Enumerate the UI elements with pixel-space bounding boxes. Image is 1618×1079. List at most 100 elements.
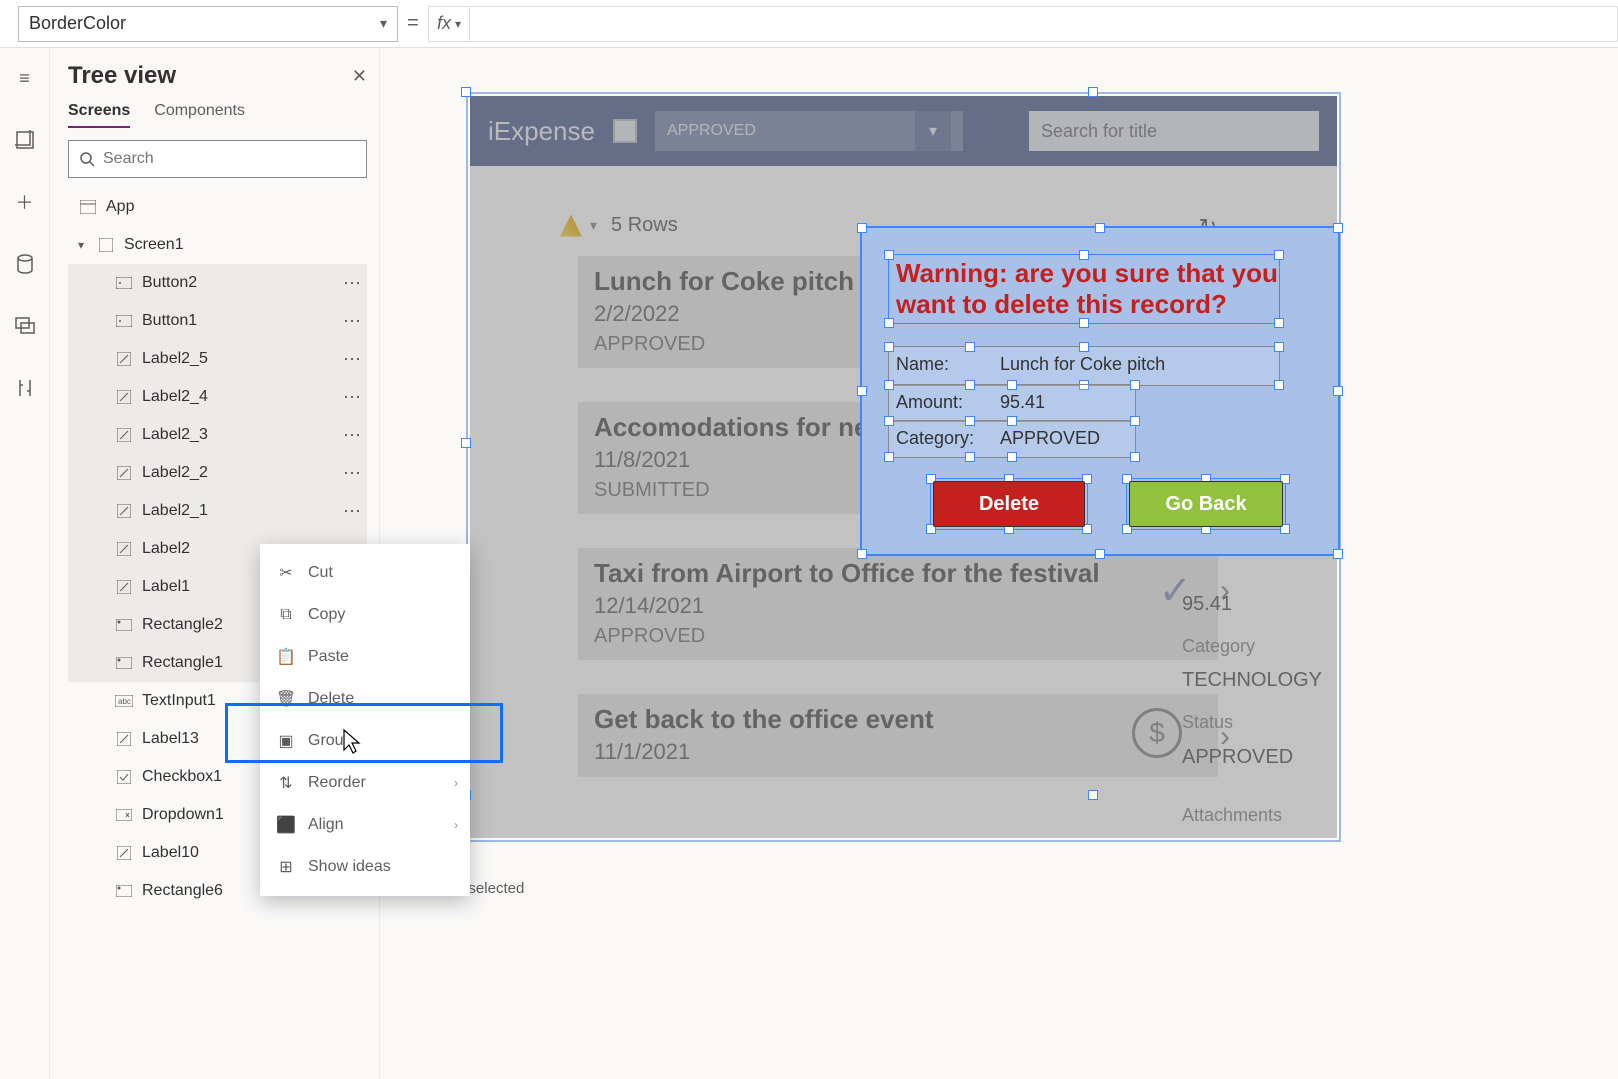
property-selector-value: BorderColor xyxy=(29,13,126,34)
dropdown-icon xyxy=(114,805,134,825)
delete-button[interactable]: Delete xyxy=(933,481,1085,527)
ctx-cut[interactable]: ✂Cut xyxy=(260,552,470,594)
formula-input[interactable] xyxy=(470,6,1618,42)
more-icon[interactable]: ⋯ xyxy=(343,463,363,484)
tree-item-label: Button1 xyxy=(142,312,197,330)
chevron-down-icon: ▾ xyxy=(455,17,461,31)
dialog-amount-label: Amount: xyxy=(896,392,1000,413)
label-icon xyxy=(114,349,134,369)
dialog-row-category: Category: APPROVED xyxy=(896,428,1316,449)
tree-item-label: Rectangle2 xyxy=(142,616,223,634)
ctx-copy[interactable]: ⧉Copy xyxy=(260,594,470,636)
ctx-show-ideas[interactable]: ⊞Show ideas xyxy=(260,846,470,888)
tree-item-label: Label13 xyxy=(142,730,199,748)
ctx-delete[interactable]: 🗑Delete xyxy=(260,678,470,720)
tree-item-app[interactable]: App xyxy=(68,188,367,226)
textinput-icon: abc xyxy=(114,691,134,711)
group-icon: ▣ xyxy=(276,731,296,751)
left-rail: ≡ ＋ xyxy=(0,48,50,1079)
tree-tabs: Screens Components xyxy=(68,102,367,128)
tree-item-label: Label2_5 xyxy=(142,350,208,368)
tree-item[interactable]: Label2_3 ⋯ xyxy=(68,416,367,454)
tree-search-input[interactable] xyxy=(103,150,356,168)
dialog-row-amount: Amount: 95.41 xyxy=(896,392,1316,413)
delete-button-label: Delete xyxy=(979,493,1039,516)
more-icon[interactable]: ⋯ xyxy=(343,425,363,446)
tree-item-label: Rectangle1 xyxy=(142,654,223,672)
close-icon[interactable]: ✕ xyxy=(352,66,367,87)
tree-item[interactable]: Label2_1⋯ xyxy=(68,492,367,530)
svg-text:abc: abc xyxy=(118,697,131,706)
dialog-row-name: Name: Lunch for Coke pitch xyxy=(896,354,1316,375)
label-icon xyxy=(114,539,134,559)
ideas-icon: ⊞ xyxy=(276,857,296,877)
label-icon xyxy=(114,729,134,749)
property-selector[interactable]: BorderColor ▾ xyxy=(18,6,398,42)
data-icon[interactable] xyxy=(7,246,43,282)
label-icon xyxy=(114,425,134,445)
ctx-align[interactable]: ⬛Align› xyxy=(260,804,470,846)
tab-components[interactable]: Components xyxy=(154,102,245,128)
rect-icon xyxy=(114,653,134,673)
media-icon[interactable] xyxy=(7,308,43,344)
tree-item[interactable]: Label2_2⋯ xyxy=(68,454,367,492)
tree-item[interactable]: Button2 ⋯ xyxy=(68,264,367,302)
more-icon[interactable]: ⋯ xyxy=(343,501,363,522)
fx-button[interactable]: fx ▾ xyxy=(428,6,470,42)
dialog-category-value: APPROVED xyxy=(1000,428,1316,449)
canvas: iExpense APPROVED ▾ Search for title ▾ 5… xyxy=(380,48,1618,1079)
more-icon[interactable]: ⋯ xyxy=(343,349,363,370)
insert-icon[interactable]: ＋ xyxy=(7,184,43,220)
tree-view-title: Tree view xyxy=(68,62,176,90)
tree-item-label: Label2 xyxy=(142,540,190,558)
tree-item-label: Screen1 xyxy=(124,236,184,254)
chevron-down-icon[interactable]: ▾ xyxy=(78,238,92,252)
button-icon xyxy=(114,273,134,293)
screen-icon xyxy=(96,235,116,255)
checkbox-icon xyxy=(114,767,134,787)
align-icon: ⬛ xyxy=(276,815,296,835)
tree-item-label: Button2 xyxy=(142,274,197,292)
label-icon xyxy=(114,463,134,483)
context-menu: ✂Cut ⧉Copy 📋Paste 🗑Delete ▣Group ⇅Reorde… xyxy=(260,544,470,896)
label-icon xyxy=(114,577,134,597)
tree-item-screen1[interactable]: ▾ Screen1 xyxy=(68,226,367,264)
label-icon xyxy=(114,501,134,521)
tree-item[interactable]: Label2_4 ⋯ xyxy=(68,378,367,416)
label-icon xyxy=(114,387,134,407)
cut-icon: ✂ xyxy=(276,563,296,583)
tree-item[interactable]: Button1 ⋯ xyxy=(68,302,367,340)
paste-icon: 📋 xyxy=(276,647,296,667)
formula-bar: BorderColor ▾ = fx ▾ xyxy=(0,0,1618,48)
app-icon xyxy=(78,197,98,217)
warning-label: Warning: are you sure that you want to d… xyxy=(896,258,1316,320)
chevron-right-icon: › xyxy=(454,776,458,790)
tree-view-icon[interactable] xyxy=(7,122,43,158)
ctx-group[interactable]: ▣Group xyxy=(260,720,470,762)
more-icon[interactable]: ⋯ xyxy=(343,387,363,408)
chevron-down-icon: ▾ xyxy=(380,15,387,32)
go-back-button[interactable]: Go Back xyxy=(1129,481,1283,527)
dialog-category-label: Category: xyxy=(896,428,1000,449)
button-icon xyxy=(114,311,134,331)
tree-item-label: Label2_3 xyxy=(142,426,208,444)
more-icon[interactable]: ⋯ xyxy=(343,311,363,332)
ctx-reorder[interactable]: ⇅Reorder› xyxy=(260,762,470,804)
tree-item-label: App xyxy=(106,198,134,216)
tools-icon[interactable] xyxy=(7,370,43,406)
tree-search[interactable] xyxy=(68,140,367,178)
tab-screens[interactable]: Screens xyxy=(68,102,130,128)
tree-item[interactable]: Label2_5 ⋯ xyxy=(68,340,367,378)
go-back-button-label: Go Back xyxy=(1165,493,1246,516)
fx-icon: fx xyxy=(437,13,451,34)
tree-item-label: Checkbox1 xyxy=(142,768,222,786)
more-icon[interactable]: ⋯ xyxy=(343,273,363,294)
reorder-icon: ⇅ xyxy=(276,773,296,793)
dialog-name-value: Lunch for Coke pitch xyxy=(1000,354,1316,375)
status-bar: 11 controls selected xyxy=(392,880,524,1079)
tree-item-label: Label1 xyxy=(142,578,190,596)
dialog-amount-value: 95.41 xyxy=(1000,392,1316,413)
hamburger-icon[interactable]: ≡ xyxy=(7,60,43,96)
tree-item-label: Label2_4 xyxy=(142,388,208,406)
ctx-paste[interactable]: 📋Paste xyxy=(260,636,470,678)
